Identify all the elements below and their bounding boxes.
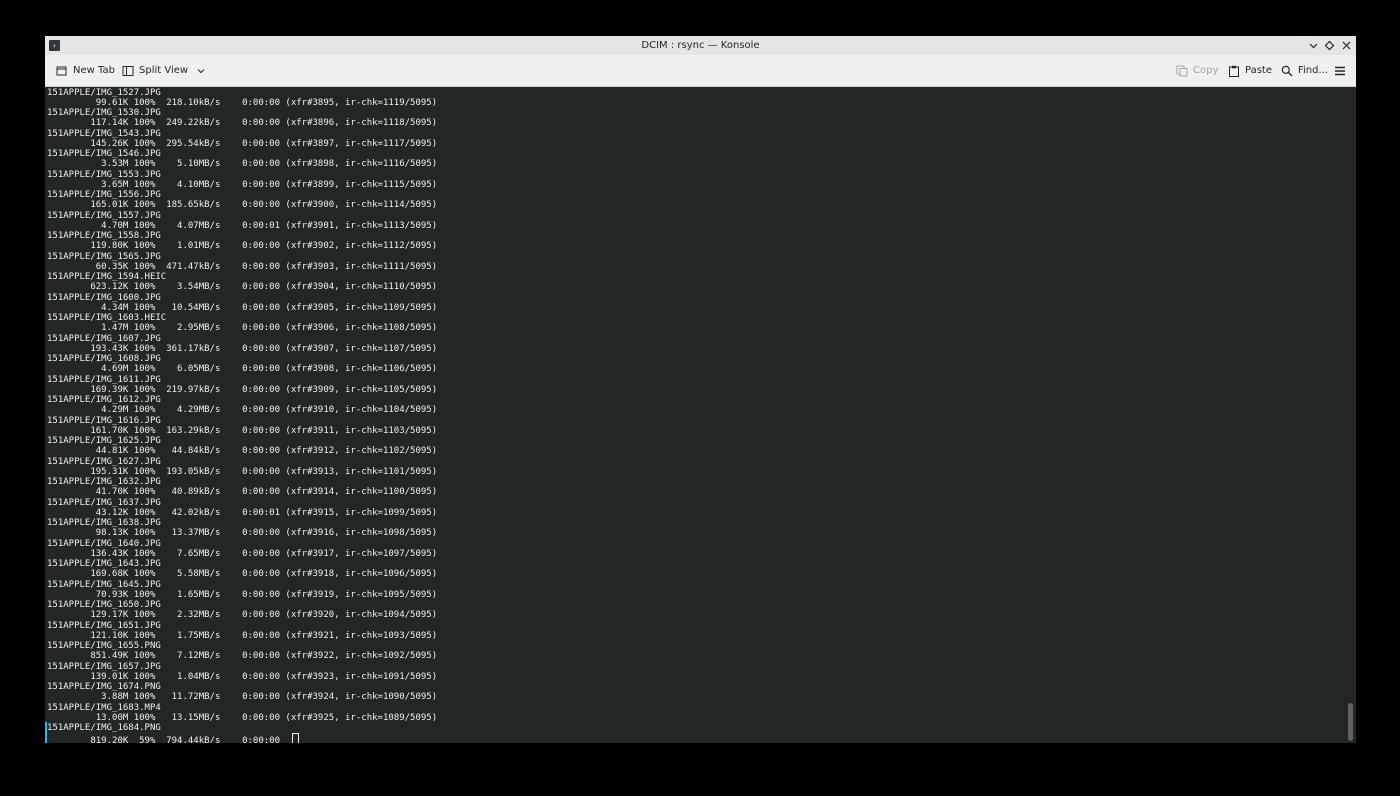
terminal-line: 151APPLE/IMG_1625.JPG <box>47 436 161 446</box>
terminal-line: 151APPLE/IMG_1600.JPG <box>47 292 161 303</box>
chevron-down-icon[interactable] <box>1307 39 1320 52</box>
split-view-icon <box>122 65 134 77</box>
terminal-line: 151APPLE/IMG_1594.HEIC <box>47 272 167 282</box>
find-button[interactable]: Find... <box>1281 55 1328 86</box>
terminal-line: 44.81K 100% 44.84kB/s 0:00:00 (xfr#3912,… <box>47 446 438 457</box>
terminal-line: 151APPLE/IMG_1607.JPG <box>47 333 161 344</box>
terminal-cursor <box>291 733 299 743</box>
terminal-line: 151APPLE/IMG_1565.JPG <box>47 251 161 262</box>
scrollbar-thumb[interactable] <box>1348 703 1353 741</box>
terminal-line: 4.70M 100% 4.07MB/s 0:00:01 (xfr#3901, i… <box>47 220 438 231</box>
terminal-line: 151APPLE/IMG_1637.JPG <box>47 497 161 508</box>
terminal-line: 151APPLE/IMG_1657.JPG <box>47 661 161 672</box>
terminal-line: 819.20K 59% 794.44kB/s 0:00:00 <box>47 733 299 743</box>
terminal-line: 151APPLE/IMG_1553.JPG <box>47 169 161 180</box>
terminal-line: 13.00M 100% 13.15MB/s 0:00:00 (xfr#3925,… <box>47 712 438 723</box>
terminal-line: 151APPLE/IMG_1683.MP4 <box>47 702 161 713</box>
terminal-line: 151APPLE/IMG_1684.PNG <box>47 723 161 733</box>
hamburger-menu-icon[interactable] <box>1334 55 1346 86</box>
terminal-line: 169.39K 100% 219.97kB/s 0:00:00 (xfr#390… <box>47 384 438 395</box>
terminal-scrollbar[interactable] <box>1345 87 1356 743</box>
toolbar: New Tab Split View Copy Paste Find... <box>45 55 1356 87</box>
terminal-line: 151APPLE/IMG_1530.JPG <box>47 108 161 118</box>
window-title: DCIM : rsync — Konsole <box>641 40 760 51</box>
paste-label: Paste <box>1245 65 1272 76</box>
split-view-label: Split View <box>139 65 189 76</box>
terminal-line: 3.53M 100% 5.10MB/s 0:00:00 (xfr#3898, i… <box>47 159 438 170</box>
terminal-line: 139.01K 100% 1.04MB/s 0:00:00 (xfr#3923,… <box>47 671 438 682</box>
terminal-line: 43.12K 100% 42.02kB/s 0:00:01 (xfr#3915,… <box>47 507 438 518</box>
terminal-line: 169.68K 100% 5.58MB/s 0:00:00 (xfr#3918,… <box>47 569 438 580</box>
terminal-line: 151APPLE/IMG_1645.JPG <box>47 579 161 590</box>
terminal-line: 151APPLE/IMG_1643.JPG <box>47 559 161 569</box>
split-view-button[interactable]: Split View <box>122 55 205 86</box>
terminal-line: 623.12K 100% 3.54MB/s 0:00:00 (xfr#3904,… <box>47 282 438 293</box>
terminal-line: 151APPLE/IMG_1527.JPG <box>47 87 161 98</box>
paste-button[interactable]: Paste <box>1228 55 1272 86</box>
terminal-line: 151APPLE/IMG_1638.JPG <box>47 518 161 528</box>
konsole-window: › DCIM : rsync — Konsole New Tab Split V… <box>45 36 1356 743</box>
terminal-line: 3.65M 100% 4.10MB/s 0:00:00 (xfr#3899, i… <box>47 179 438 190</box>
terminal-line: 151APPLE/IMG_1603.HEIC <box>47 313 167 323</box>
terminal-line: 151APPLE/IMG_1627.JPG <box>47 456 161 467</box>
terminal-line: 117.14K 100% 249.22kB/s 0:00:00 (xfr#389… <box>47 118 438 129</box>
close-icon[interactable] <box>1340 39 1353 52</box>
diamond-icon[interactable] <box>1323 39 1336 52</box>
terminal-line: 151APPLE/IMG_1543.JPG <box>47 128 161 139</box>
terminal-line: 4.29M 100% 4.29MB/s 0:00:00 (xfr#3910, i… <box>47 405 438 416</box>
terminal-line: 145.26K 100% 295.54kB/s 0:00:00 (xfr#389… <box>47 138 438 149</box>
search-icon <box>1281 65 1293 77</box>
terminal-line: 98.13K 100% 13.37MB/s 0:00:00 (xfr#3916,… <box>47 528 438 539</box>
terminal-line: 129.17K 100% 2.32MB/s 0:00:00 (xfr#3920,… <box>47 610 438 621</box>
title-bar[interactable]: › DCIM : rsync — Konsole <box>45 36 1356 55</box>
terminal-line: 119.80K 100% 1.01MB/s 0:00:00 (xfr#3902,… <box>47 241 438 252</box>
terminal-line: 195.31K 100% 193.05kB/s 0:00:00 (xfr#391… <box>47 466 438 477</box>
terminal-line: 60.35K 100% 471.47kB/s 0:00:00 (xfr#3903… <box>47 261 438 272</box>
paste-icon <box>1228 65 1240 77</box>
terminal-line: 4.34M 100% 10.54MB/s 0:00:00 (xfr#3905, … <box>47 302 438 313</box>
terminal-line: 151APPLE/IMG_1640.JPG <box>47 538 161 549</box>
copy-icon <box>1176 65 1188 77</box>
terminal-line: 70.93K 100% 1.65MB/s 0:00:00 (xfr#3919, … <box>47 589 438 600</box>
terminal-line: 41.70K 100% 40.89kB/s 0:00:00 (xfr#3914,… <box>47 487 438 498</box>
terminal-line: 4.69M 100% 6.05MB/s 0:00:00 (xfr#3908, i… <box>47 364 438 375</box>
new-tab-icon <box>56 65 68 77</box>
new-tab-label: New Tab <box>73 65 115 76</box>
copy-button[interactable]: Copy <box>1176 55 1218 86</box>
terminal-line: 99.61K 100% 218.10kB/s 0:00:00 (xfr#3895… <box>47 97 438 108</box>
terminal-line: 151APPLE/IMG_1608.JPG <box>47 354 161 364</box>
find-label: Find... <box>1298 65 1329 76</box>
new-tab-button[interactable]: New Tab <box>56 55 115 86</box>
terminal-line: 151APPLE/IMG_1611.JPG <box>47 374 161 385</box>
copy-label: Copy <box>1193 65 1219 76</box>
terminal-output[interactable]: 151APPLE/IMG_1527.JPG 99.61K 100% 218.10… <box>45 87 1345 743</box>
terminal-line: 136.43K 100% 7.65MB/s 0:00:00 (xfr#3917,… <box>47 548 438 559</box>
terminal-line: 151APPLE/IMG_1651.JPG <box>47 620 161 631</box>
terminal-line: 3.88M 100% 11.72MB/s 0:00:00 (xfr#3924, … <box>47 692 438 703</box>
terminal-line: 151APPLE/IMG_1558.JPG <box>47 231 161 241</box>
terminal-line: 151APPLE/IMG_1650.JPG <box>47 600 161 610</box>
terminal-line: 161.70K 100% 163.29kB/s 0:00:00 (xfr#391… <box>47 425 438 436</box>
terminal-line: 165.01K 100% 185.65kB/s 0:00:00 (xfr#390… <box>47 200 438 211</box>
terminal-line: 1.47M 100% 2.95MB/s 0:00:00 (xfr#3906, i… <box>47 323 438 334</box>
terminal-activity-marker <box>45 722 47 743</box>
terminal-line: 151APPLE/IMG_1612.JPG <box>47 395 161 405</box>
terminal-line: 151APPLE/IMG_1674.PNG <box>47 682 161 692</box>
chevron-down-icon[interactable] <box>197 67 205 75</box>
terminal-line: 151APPLE/IMG_1556.JPG <box>47 190 161 200</box>
terminal-line: 151APPLE/IMG_1655.PNG <box>47 641 161 651</box>
terminal-line: 151APPLE/IMG_1632.JPG <box>47 477 161 487</box>
terminal-line: 193.43K 100% 361.17kB/s 0:00:00 (xfr#390… <box>47 343 438 354</box>
terminal-line: 151APPLE/IMG_1546.JPG <box>47 149 161 159</box>
terminal-line: 851.49K 100% 7.12MB/s 0:00:00 (xfr#3922,… <box>47 651 438 662</box>
terminal-line: 121.10K 100% 1.75MB/s 0:00:00 (xfr#3921,… <box>47 630 438 641</box>
terminal-line: 151APPLE/IMG_1557.JPG <box>47 210 161 221</box>
terminal-line: 151APPLE/IMG_1616.JPG <box>47 415 161 426</box>
